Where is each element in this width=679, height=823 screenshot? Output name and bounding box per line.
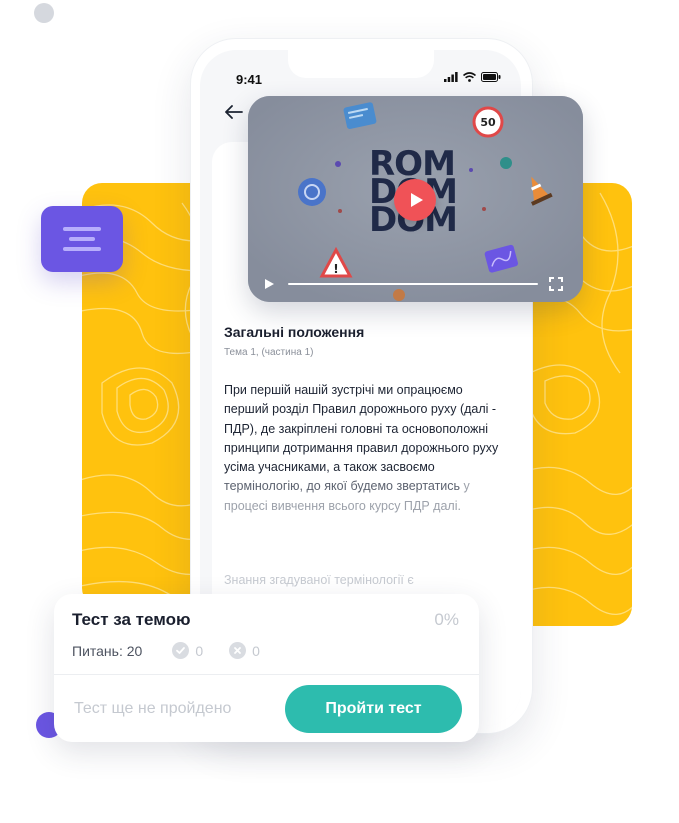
- test-stats-row: Питань: 20 0 0: [72, 642, 286, 659]
- correct-count: 0: [195, 642, 204, 659]
- decor-dot-orange: [393, 289, 405, 301]
- speed-sign-text: 50: [480, 116, 496, 129]
- card-divider: [54, 674, 479, 675]
- questions-count: Питань: 20: [72, 642, 143, 659]
- video-player[interactable]: 50 ! ROM DOM DOM: [248, 96, 583, 302]
- wrong-count: 0: [252, 642, 260, 659]
- play-button[interactable]: [394, 179, 436, 221]
- menu-line: [69, 237, 95, 241]
- test-progress-percent: 0%: [434, 610, 459, 629]
- lesson-title: Загальні положення: [224, 324, 365, 340]
- phone-notch: [288, 50, 434, 78]
- fullscreen-icon[interactable]: [549, 277, 563, 291]
- wifi-icon: [463, 72, 476, 82]
- lesson-body-more: Знання згадуваної термінології є: [224, 573, 414, 587]
- signal-icon: [444, 72, 458, 82]
- arrow-left-icon: [225, 105, 243, 119]
- play-small-icon[interactable]: [264, 277, 276, 291]
- check-circle-icon: [172, 642, 190, 659]
- wrong-stat: 0: [229, 642, 260, 659]
- lesson-body: При першій нашій зустрічі ми опрацюємо п…: [224, 381, 509, 516]
- status-icons: [444, 72, 501, 82]
- menu-line: [63, 247, 101, 251]
- start-test-button[interactable]: Пройти тест: [285, 685, 462, 733]
- status-time: 9:41: [236, 72, 263, 87]
- test-status-text: Тест ще не пройдено: [74, 700, 232, 717]
- video-progress-bar[interactable]: [288, 283, 538, 285]
- test-card-title: Тест за темою: [72, 610, 191, 629]
- close-circle-icon: [229, 642, 247, 659]
- play-icon: [411, 193, 423, 207]
- lesson-subtitle: Тема 1, (частина 1): [224, 347, 314, 358]
- correct-stat: 0: [172, 642, 203, 659]
- back-button[interactable]: [225, 102, 243, 125]
- battery-icon: [481, 72, 501, 82]
- lesson-body-fade1: термінологію, до якої будемо звертатись: [224, 479, 461, 494]
- lesson-body-main: При першій нашій зустрічі ми опрацюємо п…: [224, 383, 499, 475]
- menu-tile: [41, 206, 123, 272]
- warning-sign-text: !: [333, 262, 338, 276]
- decor-dot-gray: [34, 3, 54, 23]
- video-controls: [262, 276, 569, 292]
- test-card: Тест за темою 0% Питань: 20 0 0 Тест ще …: [54, 594, 479, 742]
- menu-lines-icon: [63, 227, 101, 231]
